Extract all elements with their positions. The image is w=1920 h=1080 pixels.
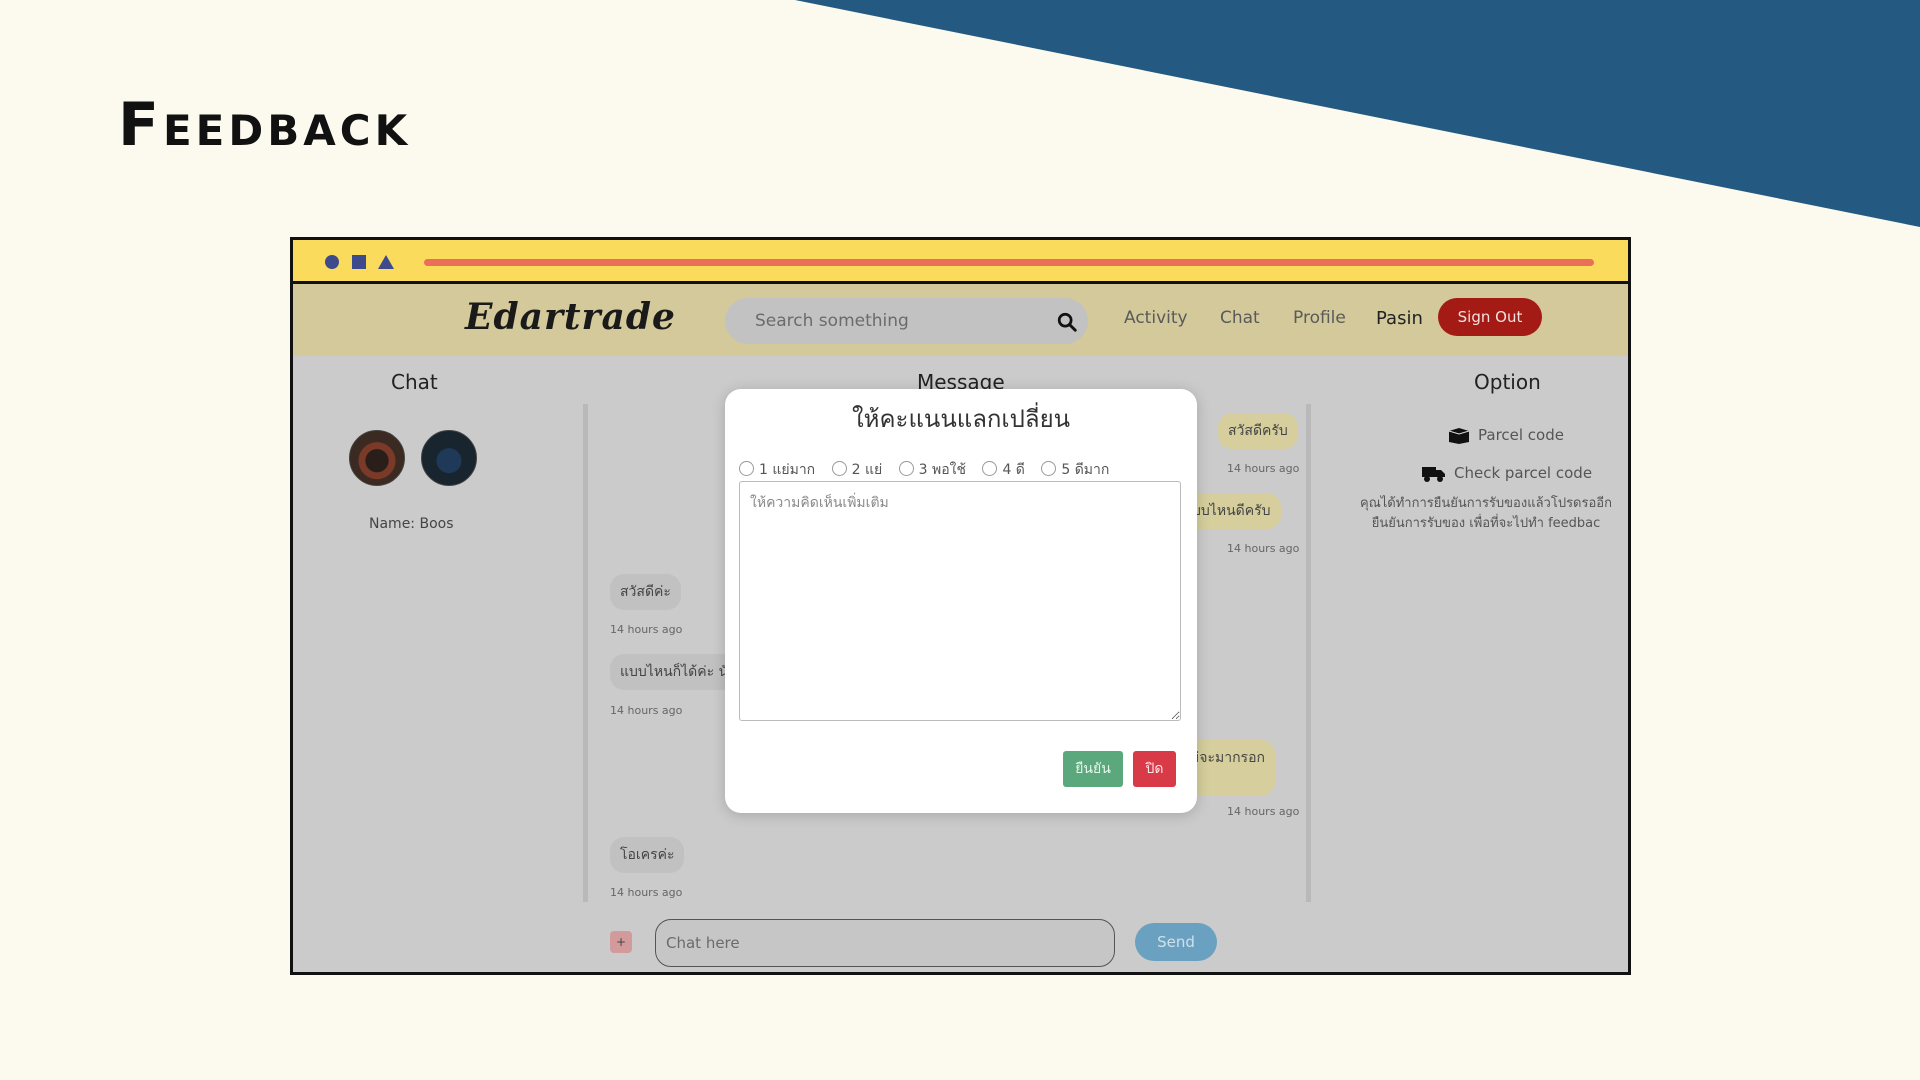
- sign-out-button[interactable]: Sign Out: [1438, 298, 1542, 336]
- message-timestamp: 14 hours ago: [610, 886, 683, 899]
- rating-label: 3 พอใช้: [918, 462, 966, 478]
- window-titlebar: [293, 240, 1628, 284]
- avatar[interactable]: [349, 430, 405, 486]
- search-icon[interactable]: [1056, 311, 1078, 333]
- nav-item-activity[interactable]: Activity: [1124, 308, 1188, 328]
- chat-input[interactable]: [655, 919, 1115, 967]
- search-input[interactable]: [725, 298, 1055, 344]
- browser-window: Edartrade Activity Chat Profile Pasin Si…: [290, 237, 1631, 975]
- message-timestamp: 14 hours ago: [610, 623, 683, 636]
- triangle-icon: [378, 255, 394, 269]
- option-panel-title: Option: [1474, 370, 1541, 394]
- close-button[interactable]: ปิด: [1133, 751, 1176, 787]
- send-button[interactable]: Send: [1135, 923, 1217, 961]
- navbar: Edartrade Activity Chat Profile Pasin Si…: [293, 284, 1628, 356]
- parcel-code-label: Parcel code: [1478, 426, 1564, 444]
- rating-option-3[interactable]: 3 พอใช้: [898, 459, 966, 481]
- radio-button[interactable]: [831, 461, 847, 476]
- message-timestamp: 14 hours ago: [1227, 805, 1300, 818]
- rating-option-5[interactable]: 5 ดีมาก: [1041, 459, 1109, 481]
- radio-button[interactable]: [739, 461, 754, 476]
- circle-icon: [325, 255, 339, 269]
- chat-contact-name: Name: Boos: [369, 516, 454, 532]
- nav-username[interactable]: Pasin: [1376, 308, 1423, 329]
- scrollbar[interactable]: [1306, 404, 1311, 902]
- message-bubble: โอเครค่ะ: [610, 837, 685, 873]
- site-logo[interactable]: Edartrade: [465, 296, 676, 338]
- message-timestamp: 14 hours ago: [1227, 462, 1300, 475]
- search-box: [725, 298, 1088, 344]
- slide-title: Feedback: [118, 90, 412, 160]
- check-parcel-code-label: Check parcel code: [1454, 464, 1593, 482]
- option-note: คุณได้ทำการยืนยันการรับของแล้วโปรดรออีก: [1360, 496, 1612, 511]
- message-bubble: สวัสดีค่ะ: [610, 574, 681, 610]
- modal-title: ให้คะแนนแลกเปลี่ยน: [851, 405, 1071, 433]
- truck-icon: [1422, 466, 1445, 482]
- radio-button[interactable]: [898, 461, 914, 476]
- nav-item-profile[interactable]: Profile: [1293, 308, 1346, 328]
- rating-label: 1 แย่มาก: [759, 462, 816, 478]
- check-parcel-code-link[interactable]: Check parcel code: [1422, 464, 1592, 483]
- rating-option-4[interactable]: 4 ดี: [982, 459, 1025, 481]
- radio-button[interactable]: [1041, 461, 1057, 476]
- message-bubble: สวัสดีครับ: [1218, 413, 1298, 449]
- address-bar: [424, 259, 1594, 266]
- scrollbar[interactable]: [583, 404, 588, 902]
- message-timestamp: 14 hours ago: [610, 704, 683, 717]
- chat-panel-title: Chat: [391, 370, 438, 394]
- message-timestamp: 14 hours ago: [1227, 542, 1300, 555]
- rating-label: 2 แย่: [851, 462, 883, 478]
- rating-label: 5 ดีมาก: [1061, 462, 1110, 478]
- rating-group: 1 แย่มาก 2 แย่ 3 พอใช้ 4 ดี 5 ดีมาก: [739, 459, 1121, 481]
- option-note: ยืนยันการรับของ เพื่อที่จะไปทำ feedbac: [1371, 516, 1601, 531]
- avatar[interactable]: [421, 430, 477, 486]
- rating-option-2[interactable]: 2 แย่: [831, 459, 883, 481]
- rating-option-1[interactable]: 1 แย่มาก: [739, 459, 815, 481]
- radio-button[interactable]: [982, 461, 998, 476]
- attach-button[interactable]: +: [610, 931, 632, 953]
- confirm-button[interactable]: ยืนยัน: [1063, 751, 1123, 787]
- comment-textarea[interactable]: [739, 481, 1181, 721]
- square-icon: [352, 255, 366, 269]
- nav-item-chat[interactable]: Chat: [1220, 308, 1260, 328]
- box-icon: [1448, 427, 1470, 444]
- feedback-modal: ให้คะแนนแลกเปลี่ยน 1 แย่มาก 2 แย่ 3 พอใช…: [725, 389, 1197, 813]
- rating-label: 4 ดี: [1002, 462, 1025, 478]
- parcel-code-link[interactable]: Parcel code: [1448, 426, 1564, 444]
